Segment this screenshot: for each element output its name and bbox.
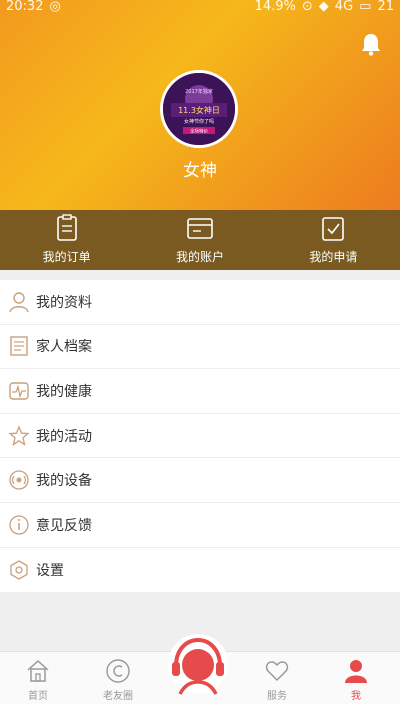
person-icon (9, 292, 29, 313)
orders-icon (56, 214, 77, 241)
orders-label: 我的订单 (42, 250, 91, 264)
tab-home[interactable]: 首页 (6, 658, 70, 702)
wallet-icon (187, 218, 213, 239)
avatar-text-2: 11.3女神日 (178, 105, 220, 115)
settings-icon (10, 560, 28, 580)
avatar-image: 2017年独家 11.3女神日 女神节你了吗 全场特价 (163, 73, 235, 145)
menu-item-label: 我的设备 (36, 473, 92, 490)
document-icon (10, 336, 28, 357)
menu-item-label: 家人档案 (36, 339, 92, 356)
battery-icon: ▭ (359, 0, 372, 14)
menu-item-family[interactable]: 家人档案 (0, 325, 400, 370)
menu-item-label: 我的资料 (36, 294, 92, 311)
info-icon (9, 515, 29, 535)
menu-item-feedback[interactable]: 意见反馈 (0, 503, 400, 548)
profile-header: 20:32 ◎ 14.9% ⊙ ◆ 4G ▭ 21 2017年独家 11.3女神… (0, 0, 400, 210)
avatar-text-3: 女神节你了吗 (184, 118, 214, 125)
checklist-icon (322, 217, 345, 241)
wifi-icon: ◆ (318, 0, 329, 14)
tab-friends-label: 老友圈 (103, 691, 133, 702)
device-icon (9, 470, 29, 490)
tab-me-label: 我 (351, 691, 361, 702)
tab-service-label: 服务 (267, 691, 287, 702)
menu-item-label: 我的活动 (36, 428, 92, 445)
username: 女神 (183, 161, 217, 181)
menu-item-label: 我的健康 (36, 383, 92, 400)
avatar[interactable]: 2017年独家 11.3女神日 女神节你了吗 全场特价 (160, 70, 238, 148)
menu-item-profile[interactable]: 我的资料 (0, 280, 400, 325)
person-filled-icon (345, 660, 367, 683)
headset-button[interactable] (166, 632, 230, 696)
tab-me[interactable]: 我 (324, 658, 388, 702)
star-icon (8, 424, 30, 446)
menu-item-activities[interactable]: 我的活动 (0, 414, 400, 459)
status-signal: 4G (334, 0, 354, 14)
status-time: 20:32 (6, 0, 44, 14)
menu-item-settings[interactable]: 设置 (0, 548, 400, 593)
settings-menu: 我的资料 家人档案 我的健康 我的活动 我的设备 意见反馈 设置 (0, 280, 400, 593)
applications-label: 我的申请 (309, 250, 358, 264)
applications-button[interactable]: 我的申请 (267, 210, 400, 270)
status-battery-text: 14.9% (254, 0, 296, 14)
status-level: 21 (377, 0, 394, 14)
status-bar: 20:32 ◎ 14.9% ⊙ ◆ 4G ▭ 21 (0, 0, 400, 14)
bell-icon[interactable] (360, 32, 382, 56)
menu-item-health[interactable]: 我的健康 (0, 369, 400, 414)
account-label: 我的账户 (175, 250, 224, 264)
tab-friends[interactable]: 老友圈 (86, 658, 150, 702)
heart-icon (265, 661, 289, 682)
heartbeat-icon (9, 382, 29, 400)
orders-button[interactable]: 我的订单 (0, 210, 133, 270)
friends-circle-icon (106, 659, 130, 683)
tab-service[interactable]: 服务 (245, 658, 309, 702)
avatar-text-4: 全场特价 (190, 128, 208, 135)
menu-item-label: 意见反馈 (36, 517, 92, 534)
home-icon (27, 659, 49, 682)
tab-home-label: 首页 (28, 691, 48, 702)
menu-item-devices[interactable]: 我的设备 (0, 458, 400, 503)
quick-actions-bar: 我的订单 我的账户 我的申请 (0, 210, 400, 270)
account-button[interactable]: 我的账户 (133, 210, 266, 270)
avatar-text-1: 2017年独家 (185, 88, 213, 95)
sync-icon: ◎ (49, 0, 61, 14)
alarm-icon: ⊙ (301, 0, 313, 14)
menu-item-label: 设置 (36, 562, 64, 579)
